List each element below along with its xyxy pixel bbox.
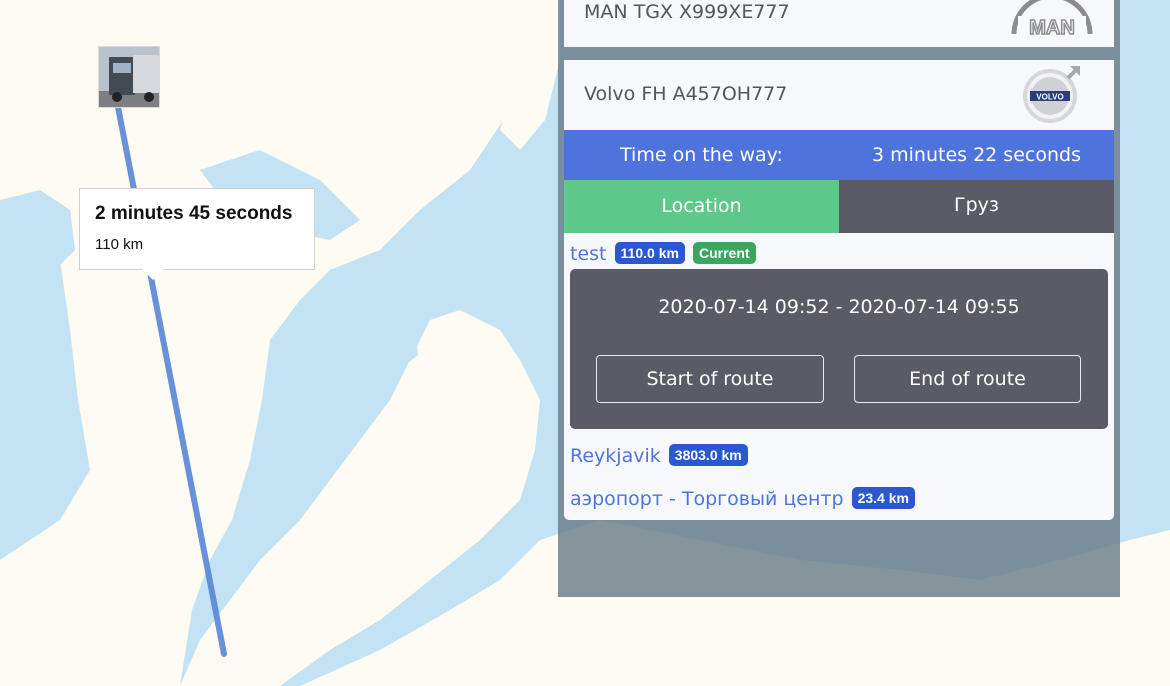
vehicle-card-man[interactable]: MAN TGX X999XE777 MAN xyxy=(564,0,1114,47)
volvo-logo-icon: VOLVO xyxy=(1023,66,1080,123)
vehicle-name: MAN TGX X999XE777 xyxy=(584,1,790,23)
current-badge: Current xyxy=(692,242,756,264)
current-route-box: 2020-07-14 09:52 - 2020-07-14 09:55 Star… xyxy=(570,269,1108,429)
popup-duration: 2 minutes 45 seconds xyxy=(95,203,293,224)
truck-marker[interactable] xyxy=(98,46,160,108)
route-distance-badge: 3803.0 km xyxy=(668,444,748,466)
end-of-route-button[interactable]: End of route xyxy=(854,355,1081,403)
start-of-route-button[interactable]: Start of route xyxy=(596,355,824,403)
popup-distance: 110 km xyxy=(95,236,144,253)
trip-duration-row: Time on the way: 3 minutes 22 seconds xyxy=(564,130,1114,180)
trip-duration-label: Time on the way: xyxy=(620,144,783,166)
map-popup: 2 minutes 45 seconds 110 km xyxy=(79,188,315,280)
trip-duration-value: 3 minutes 22 seconds xyxy=(872,144,1081,166)
vehicle-panel: MAN TGX X999XE777 MAN Volvo FH A457OH777… xyxy=(558,0,1120,597)
svg-text:VOLVO: VOLVO xyxy=(1036,93,1063,102)
route-name[interactable]: Reykjavik xyxy=(570,445,661,467)
tab-cargo[interactable]: Груз xyxy=(839,180,1114,233)
route-period: 2020-07-14 09:52 - 2020-07-14 09:55 xyxy=(658,296,1020,318)
route-distance-badge: 110.0 km xyxy=(614,242,685,264)
vehicle-card-volvo: Volvo FH A457OH777 VOLVO Time on the way… xyxy=(564,60,1114,520)
tab-location[interactable]: Location xyxy=(564,180,839,233)
route-item-reykjavik[interactable]: Reykjavik 3803.0 km xyxy=(570,444,748,467)
vehicle-name[interactable]: Volvo FH A457OH777 xyxy=(584,83,787,105)
route-name[interactable]: аэропорт - Торговый центр xyxy=(570,488,844,510)
man-logo-icon: MAN xyxy=(1011,0,1093,36)
route-item-test[interactable]: test 110.0 km Current xyxy=(570,242,756,265)
route-name[interactable]: test xyxy=(570,243,607,265)
route-distance-badge: 23.4 km xyxy=(851,487,915,509)
svg-text:MAN: MAN xyxy=(1029,17,1075,36)
route-item-airport[interactable]: аэропорт - Торговый центр 23.4 km xyxy=(570,487,915,510)
truck-photo-icon xyxy=(99,47,159,107)
